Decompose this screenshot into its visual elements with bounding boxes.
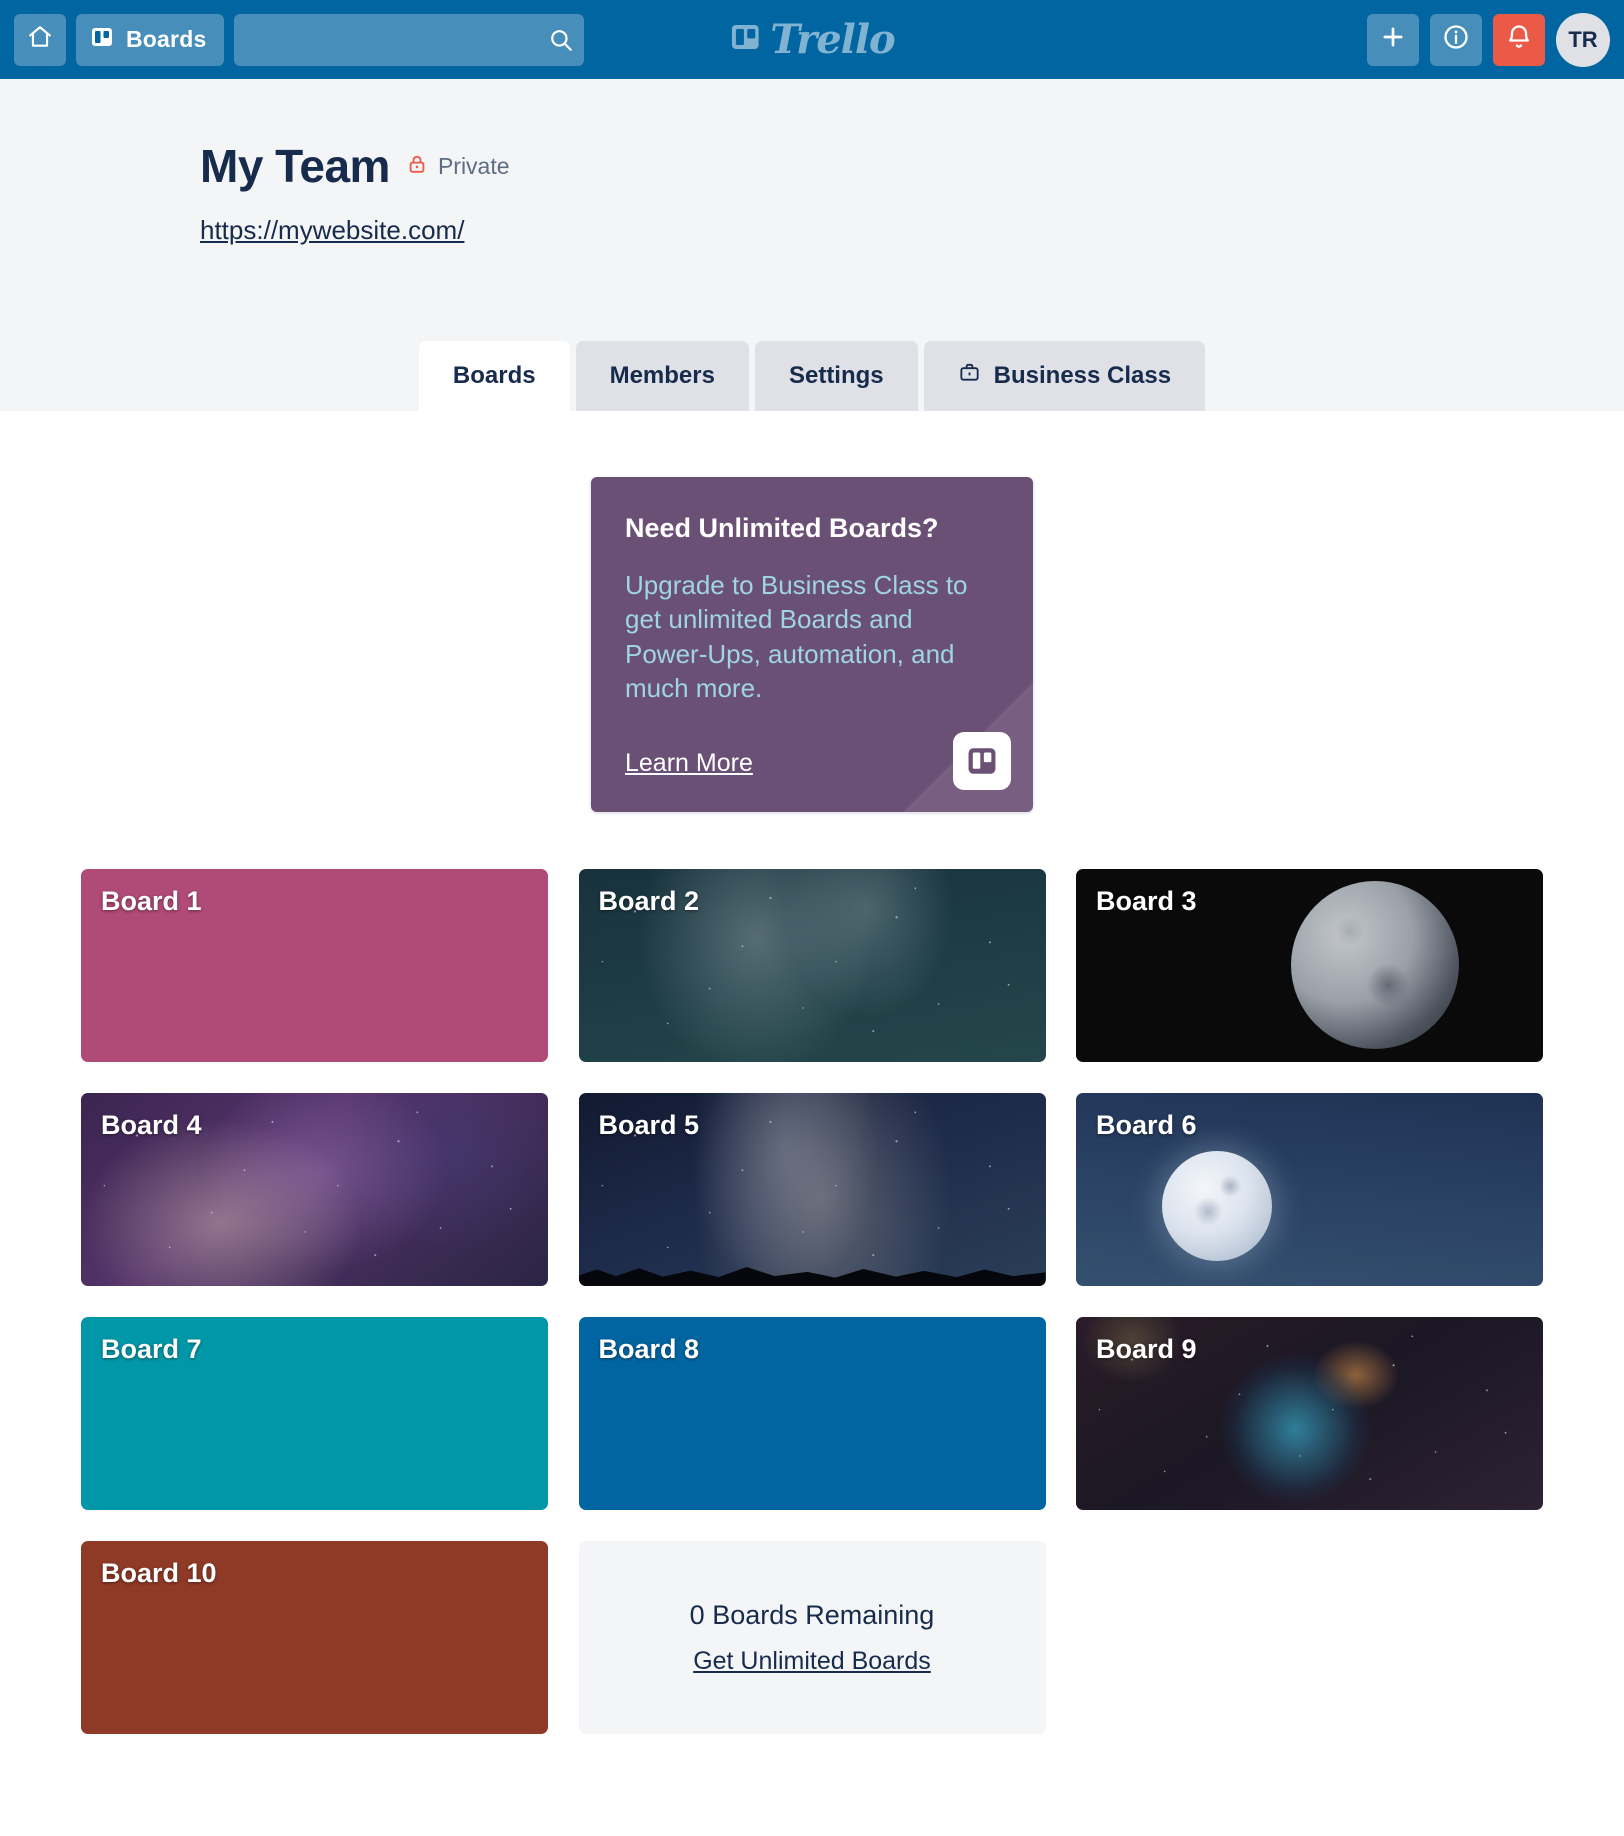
- promo-title: Need Unlimited Boards?: [625, 513, 939, 543]
- info-icon: [1442, 23, 1470, 56]
- upgrade-promo-card: Need Unlimited Boards? Upgrade to Busine…: [591, 477, 1033, 813]
- board-tile[interactable]: Board 10: [81, 1541, 548, 1735]
- briefcase-icon: [958, 361, 981, 391]
- team-header: My Team Private https://mywebsite.com/ B…: [0, 79, 1624, 411]
- board-icon: [90, 25, 114, 55]
- tab-business-class-label: Business Class: [993, 362, 1172, 389]
- user-avatar[interactable]: TR: [1556, 12, 1610, 67]
- tab-settings[interactable]: Settings: [754, 341, 918, 411]
- team-header-content: My Team Private https://mywebsite.com/: [0, 139, 1624, 246]
- board-tile[interactable]: Board 5: [578, 1093, 1046, 1287]
- board-tile[interactable]: Board 1: [81, 869, 548, 1063]
- moon-decoration: [1291, 881, 1459, 1050]
- boards-remaining-card: 0 Boards Remaining Get Unlimited Boards: [578, 1541, 1046, 1735]
- board-title: Board 1: [101, 886, 202, 917]
- board-title: Board 7: [101, 1334, 202, 1365]
- main-content: Need Unlimited Boards? Upgrade to Busine…: [0, 411, 1624, 1836]
- trello-brand-logo[interactable]: Trello: [729, 16, 896, 63]
- notifications-button[interactable]: [1493, 13, 1545, 66]
- visibility-label: Private: [437, 152, 510, 179]
- board-title: Board 9: [1096, 1334, 1197, 1365]
- add-button[interactable]: [1367, 13, 1419, 66]
- board-title: Board 8: [598, 1334, 700, 1365]
- learn-more-link[interactable]: Learn More: [625, 749, 753, 778]
- tab-boards[interactable]: Boards: [418, 341, 570, 411]
- team-website-link[interactable]: https://mywebsite.com/: [200, 215, 464, 246]
- promo-body-text: Upgrade to Business Class to get unlimit…: [625, 570, 968, 703]
- search-container[interactable]: [234, 13, 585, 66]
- search-input[interactable]: [248, 28, 571, 51]
- tab-boards-label: Boards: [452, 362, 536, 389]
- page-title: My Team: [200, 140, 390, 192]
- board-title: Board 4: [101, 1110, 202, 1141]
- board-tile[interactable]: Board 4: [81, 1093, 548, 1287]
- board-title: Board 6: [1096, 1110, 1197, 1141]
- board-title: Board 5: [598, 1110, 700, 1141]
- trello-logo-icon: [953, 732, 1011, 791]
- board-tile[interactable]: Board 8: [578, 1317, 1046, 1511]
- tab-settings-label: Settings: [788, 362, 884, 389]
- bell-icon: [1505, 23, 1533, 56]
- boards-grid: Board 1 Board 2 Board 3 Board 4 Board 5 …: [81, 869, 1543, 1735]
- team-visibility[interactable]: Private: [406, 153, 510, 180]
- moon-decoration: [1162, 1151, 1272, 1262]
- board-tile[interactable]: Board 6: [1076, 1093, 1543, 1287]
- boards-nav-label: Boards: [126, 26, 207, 52]
- nav-right-group: TR: [1367, 12, 1610, 67]
- tab-business-class[interactable]: Business Class: [923, 341, 1206, 411]
- board-title: Board 2: [598, 886, 700, 917]
- board-tile[interactable]: Board 3: [1076, 869, 1543, 1063]
- home-button[interactable]: [14, 13, 66, 66]
- tab-members[interactable]: Members: [575, 341, 749, 411]
- boards-nav-button[interactable]: Boards: [76, 13, 225, 66]
- board-title: Board 10: [101, 1558, 217, 1589]
- team-tabs: Boards Members Settings Business Class: [0, 341, 1624, 411]
- top-navigation-bar: Boards Trello TR: [0, 0, 1624, 79]
- boards-remaining-count: 0 Boards Remaining: [689, 1599, 935, 1630]
- trello-wordmark: Trello: [770, 16, 895, 63]
- board-tile[interactable]: Board 7: [81, 1317, 548, 1511]
- team-title-row: My Team Private: [200, 139, 1624, 193]
- search-icon[interactable]: [548, 27, 574, 53]
- info-button[interactable]: [1430, 13, 1482, 66]
- lock-icon: [406, 153, 428, 180]
- board-title: Board 3: [1096, 886, 1197, 917]
- board-tile[interactable]: Board 2: [578, 869, 1046, 1063]
- home-icon: [27, 24, 53, 55]
- avatar-initials: TR: [1568, 26, 1598, 52]
- plus-icon: [1379, 23, 1407, 56]
- get-unlimited-boards-link[interactable]: Get Unlimited Boards: [693, 1647, 931, 1676]
- board-tile[interactable]: Board 9: [1076, 1317, 1543, 1511]
- trello-logo-icon: [729, 21, 761, 58]
- tab-members-label: Members: [609, 362, 715, 389]
